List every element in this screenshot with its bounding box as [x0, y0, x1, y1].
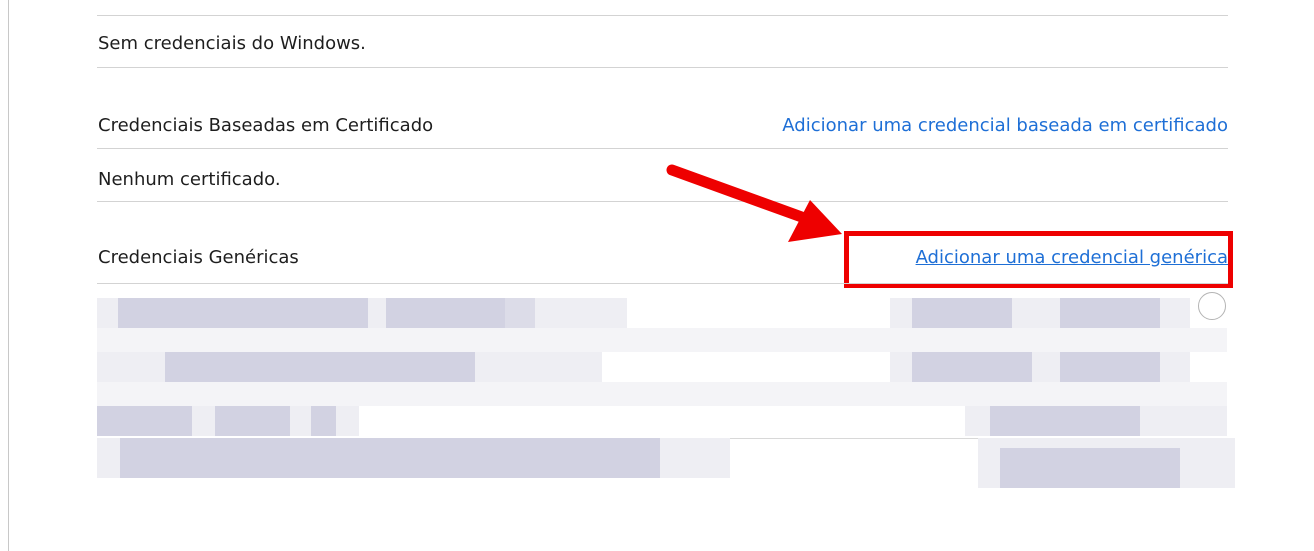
highlight-box: [844, 231, 1233, 288]
obscured-credential-row: [912, 352, 1032, 382]
section-divider: [97, 148, 1228, 149]
obscured-credential-row: [386, 298, 506, 328]
obscured-credential-row: [505, 298, 535, 328]
section-divider: [97, 15, 1228, 16]
pointer-arrow-icon: [666, 164, 842, 242]
obscured-credential-row: [990, 406, 1140, 436]
obscured-credential-row: [215, 406, 290, 436]
certificate-credentials-heading: Credenciais Baseadas em Certificado: [98, 115, 434, 136]
obscured-credential-row: [120, 438, 660, 478]
section-divider: [97, 283, 1228, 284]
obscured-credential-row: [912, 298, 1012, 328]
obscured-credential-row: [118, 298, 368, 328]
add-certificate-credential-link[interactable]: Adicionar uma credencial baseada em cert…: [782, 115, 1228, 137]
windows-credentials-empty-text: Sem credenciais do Windows.: [98, 33, 366, 54]
scroll-indicator[interactable]: [1198, 292, 1226, 320]
obscured-credential-row: [311, 406, 336, 436]
obscured-credential-row: [165, 352, 475, 382]
section-divider: [97, 67, 1228, 68]
obscured-credential-row: [97, 406, 192, 436]
window-left-border: [8, 0, 9, 551]
obscured-credential-row: [1000, 448, 1180, 488]
obscured-credential-row: [1060, 298, 1160, 328]
obscured-credential-row: [1060, 352, 1160, 382]
obscured-credential-row: [97, 328, 1227, 352]
obscured-credential-row: [97, 382, 1227, 406]
no-certificate-text: Nenhum certificado.: [98, 169, 281, 190]
generic-credentials-heading: Credenciais Genéricas: [98, 247, 299, 268]
